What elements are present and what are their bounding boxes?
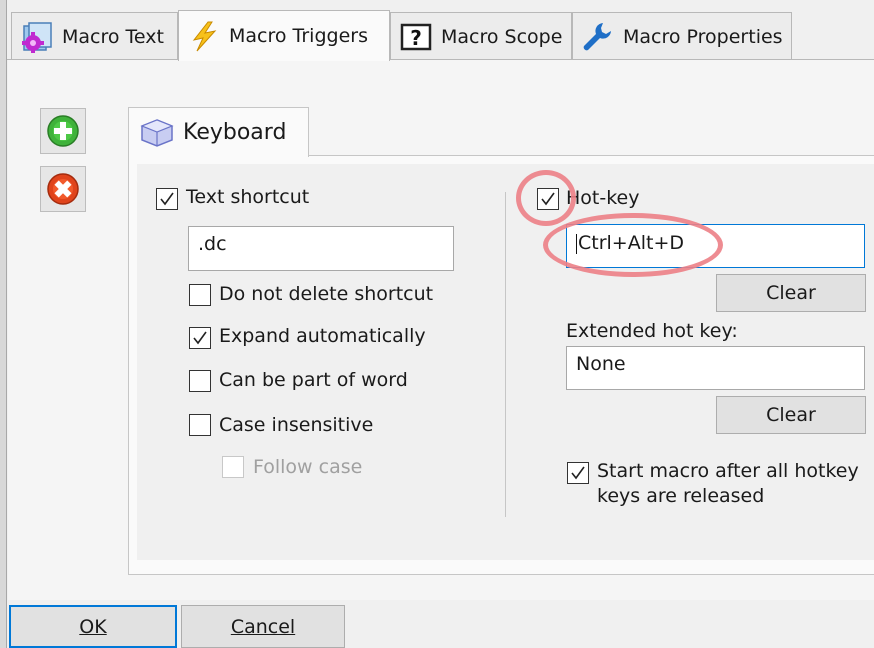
hotkey-checkbox[interactable]: [537, 188, 559, 210]
tab-keyboard[interactable]: Keyboard: [128, 107, 309, 157]
checkmark-icon: [193, 331, 207, 345]
ok-button[interactable]: OK: [9, 605, 177, 648]
part-of-word-checkbox[interactable]: [189, 370, 211, 392]
text-cursor: [576, 233, 577, 254]
top-strip: [7, 0, 874, 10]
plus-circle-icon: [47, 115, 79, 147]
case-insensitive-label: Case insensitive: [219, 414, 374, 436]
part-of-word-label: Can be part of word: [219, 369, 408, 391]
tab-divider: [7, 59, 874, 60]
window-frame: [0, 0, 7, 648]
keyboard-cube-icon: [140, 118, 174, 148]
keyboard-tab-label: Keyboard: [183, 120, 287, 145]
gear-magenta-icon: [20, 20, 54, 54]
expand-automatically-checkbox[interactable]: [189, 327, 211, 349]
checkmark-icon: [160, 192, 174, 206]
tab-label: Macro Triggers: [229, 25, 368, 47]
start-after-release-label-line2: keys are released: [597, 485, 765, 507]
extended-hotkey-label: Extended hot key:: [566, 320, 738, 342]
follow-case-checkbox[interactable]: [222, 456, 244, 478]
checkmark-icon: [571, 466, 585, 480]
tab-label: Macro Scope: [441, 25, 563, 48]
cancel-label: Cancel: [230, 615, 296, 638]
text-shortcut-input[interactable]: .dc: [188, 226, 454, 271]
tab-label: Macro Properties: [623, 25, 783, 48]
tab-label: Macro Text: [62, 25, 164, 48]
checkmark-icon: [541, 192, 555, 206]
add-trigger-button[interactable]: [40, 108, 86, 154]
hotkey-label: Hot-key: [566, 187, 640, 209]
question-icon: ?: [399, 20, 433, 54]
cancel-button[interactable]: Cancel: [181, 605, 345, 648]
start-after-release-checkbox[interactable]: [567, 462, 589, 484]
text-shortcut-checkbox[interactable]: [156, 188, 178, 210]
x-circle-icon: [47, 173, 79, 205]
case-insensitive-checkbox[interactable]: [189, 414, 211, 436]
hotkey-value: Ctrl+Alt+D: [578, 232, 685, 254]
follow-case-label: Follow case: [253, 456, 363, 478]
tab-macro-text[interactable]: Macro Text: [11, 12, 178, 60]
wrench-icon: [581, 20, 615, 54]
start-after-release-label-line1: Start macro after all hotkey: [597, 460, 859, 482]
tab-macro-triggers[interactable]: Macro Triggers: [178, 10, 390, 61]
do-not-delete-checkbox[interactable]: [189, 284, 211, 306]
remove-trigger-button[interactable]: [40, 166, 86, 212]
hotkey-input[interactable]: Ctrl+Alt+D: [566, 224, 865, 268]
clear-extended-button[interactable]: Clear: [716, 396, 866, 434]
ok-label: OK: [79, 615, 107, 638]
vertical-divider: [505, 192, 506, 517]
svg-text:?: ?: [410, 26, 422, 50]
lightning-icon: [187, 19, 221, 53]
do-not-delete-label: Do not delete shortcut: [219, 283, 434, 305]
expand-automatically-label: Expand automatically: [219, 325, 426, 347]
extended-hotkey-input[interactable]: None: [566, 346, 865, 390]
tab-macro-scope[interactable]: ? Macro Scope: [390, 12, 572, 60]
tab-macro-properties[interactable]: Macro Properties: [572, 12, 792, 60]
clear-hotkey-button[interactable]: Clear: [716, 274, 866, 312]
text-shortcut-label: Text shortcut: [186, 186, 310, 208]
